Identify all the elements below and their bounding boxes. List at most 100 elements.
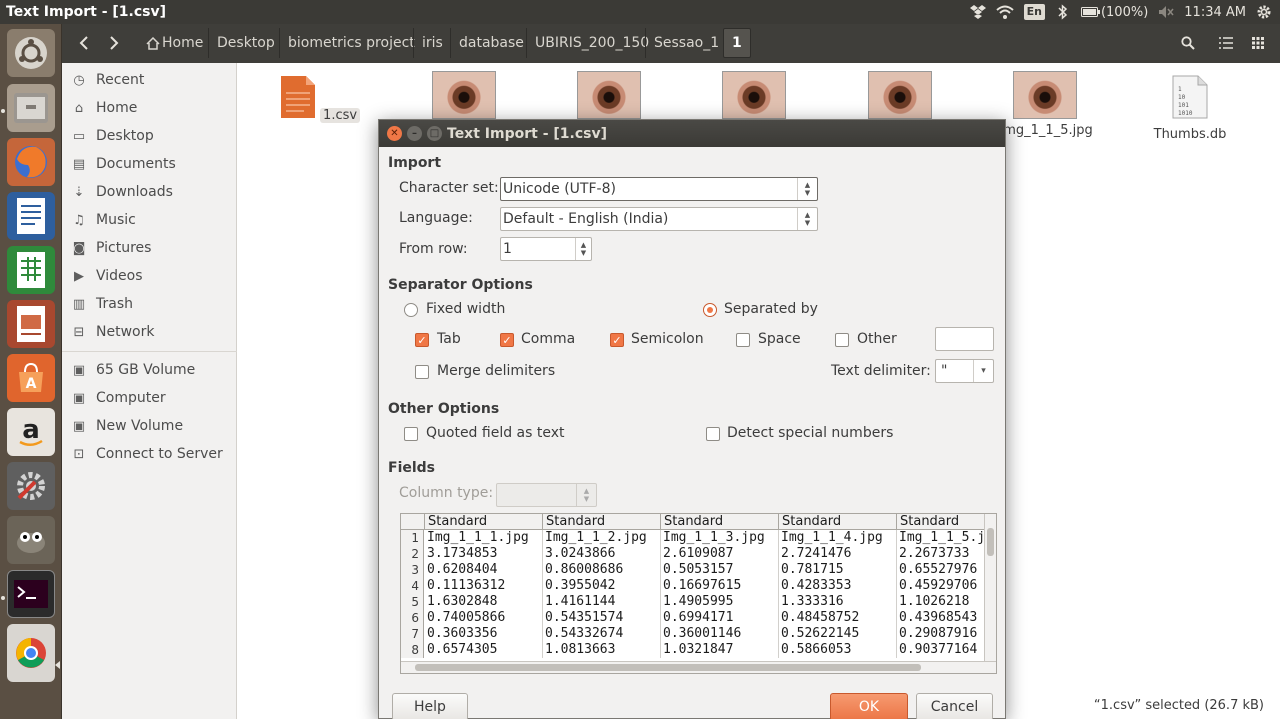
grid-cell[interactable]: 0.6994171 [661, 610, 779, 626]
chrome-launcher-icon[interactable] [7, 624, 55, 682]
impress-launcher-icon[interactable] [7, 300, 55, 348]
fields-preview-grid[interactable]: Standard Standard Standard Standard Stan… [400, 513, 997, 674]
semicolon-checkbox[interactable]: ✓ [610, 333, 624, 347]
sidebar-item-pictures[interactable]: ◙ Pictures [70, 236, 152, 260]
files-launcher-icon[interactable] [7, 84, 55, 132]
grid-cell[interactable]: 1.0813663 [543, 642, 661, 658]
column-header[interactable]: Standard [661, 514, 779, 530]
file-item[interactable] [850, 71, 950, 119]
grid-cell[interactable]: 0.781715 [779, 562, 897, 578]
sidebar-item-new-volume[interactable]: ▣ New Volume [70, 414, 183, 438]
grid-cell[interactable]: 1.0321847 [661, 642, 779, 658]
sidebar-item-65gb-volume[interactable]: ▣ 65 GB Volume [70, 358, 195, 382]
sidebar-item-music[interactable]: ♫ Music [70, 208, 136, 232]
charset-select[interactable]: Unicode (UTF-8) ▲ ▼ [500, 177, 818, 201]
sidebar-item-connect-to-server[interactable]: ⊡ Connect to Server [70, 442, 223, 466]
merge-delimiters-label[interactable]: Merge delimiters [437, 363, 555, 379]
horizontal-scrollbar[interactable] [401, 661, 996, 673]
battery-indicator[interactable]: (100%) [1080, 4, 1148, 20]
grid-cell[interactable]: 0.11136312 [425, 578, 543, 594]
grid-view-button[interactable] [1246, 28, 1270, 58]
breadcrumb-sessao[interactable]: Sessao_1 [645, 28, 727, 58]
back-button[interactable] [72, 28, 96, 58]
breadcrumb-desktop[interactable]: Desktop [208, 28, 283, 58]
clock[interactable]: 11:34 AM [1184, 5, 1246, 20]
grid-cell[interactable]: Img_1_1_3.jpg [661, 530, 779, 546]
wifi-icon[interactable] [995, 4, 1014, 20]
grid-cell[interactable]: 0.43968543 [897, 610, 987, 626]
other-separator-input[interactable] [935, 327, 994, 351]
dialog-titlebar[interactable]: ✕ – □ Text Import - [1.csv] [379, 120, 1005, 147]
grid-cell[interactable]: 2.7241476 [779, 546, 897, 562]
dash-launcher-icon[interactable] [7, 29, 55, 77]
chevron-down-icon[interactable]: ▾ [973, 360, 993, 382]
grid-cell[interactable]: 0.6574305 [425, 642, 543, 658]
sidebar-item-desktop[interactable]: ▭ Desktop [70, 124, 154, 148]
settings-gear-icon[interactable] [1256, 4, 1272, 20]
list-view-button[interactable] [1214, 28, 1238, 58]
grid-cell[interactable]: 1.4161144 [543, 594, 661, 610]
column-header[interactable]: Standard [425, 514, 543, 530]
quoted-field-checkbox[interactable] [404, 427, 418, 441]
grid-cell[interactable]: 0.45929706 [897, 578, 987, 594]
grid-cell[interactable]: Img_1_1_5.j [897, 530, 987, 546]
file-item[interactable]: mg_1_1_5.jpg [995, 71, 1095, 138]
other-checkbox[interactable] [835, 333, 849, 347]
detect-special-numbers-label[interactable]: Detect special numbers [727, 425, 893, 441]
other-label[interactable]: Other [857, 331, 897, 347]
grid-cell[interactable]: 0.36001146 [661, 626, 779, 642]
grid-cell[interactable]: 0.65527976 [897, 562, 987, 578]
breadcrumb-iris[interactable]: iris [413, 28, 451, 58]
breadcrumb-biometrics-project[interactable]: biometrics project [279, 28, 423, 58]
sidebar-item-videos[interactable]: ▶ Videos [70, 264, 143, 288]
column-header[interactable]: Standard [543, 514, 661, 530]
scroll-thumb[interactable] [987, 528, 994, 556]
space-checkbox[interactable] [736, 333, 750, 347]
merge-delimiters-checkbox[interactable] [415, 365, 429, 379]
sidebar-item-home[interactable]: ⌂ Home [70, 96, 137, 120]
grid-cell[interactable]: 3.1734853 [425, 546, 543, 562]
volume-muted-icon[interactable] [1158, 4, 1174, 20]
separated-by-label[interactable]: Separated by [724, 301, 818, 317]
grid-cell[interactable]: 0.3603356 [425, 626, 543, 642]
quoted-field-label[interactable]: Quoted field as text [426, 425, 565, 441]
firefox-launcher-icon[interactable] [7, 138, 55, 186]
grid-cell[interactable]: Img_1_1_2.jpg [543, 530, 661, 546]
grid-cell[interactable]: 1.6302848 [425, 594, 543, 610]
grid-cell[interactable]: 0.54351574 [543, 610, 661, 626]
file-item[interactable]: 1.csv [270, 75, 370, 123]
vertical-scrollbar[interactable] [984, 514, 996, 661]
comma-checkbox[interactable]: ✓ [500, 333, 514, 347]
system-settings-launcher-icon[interactable] [7, 462, 55, 510]
breadcrumb-ubiris[interactable]: UBIRIS_200_150 [526, 28, 657, 58]
space-label[interactable]: Space [758, 331, 801, 347]
grid-cell[interactable]: 0.29087916 [897, 626, 987, 642]
software-center-launcher-icon[interactable]: A [7, 354, 55, 402]
grid-cell[interactable]: Img_1_1_4.jpg [779, 530, 897, 546]
from-row-spinner[interactable]: 1 ▲ ▼ [500, 237, 592, 261]
grid-cell[interactable]: 1.333316 [779, 594, 897, 610]
bluetooth-icon[interactable] [1055, 4, 1071, 20]
grid-cell[interactable]: 0.16697615 [661, 578, 779, 594]
text-delimiter-select[interactable]: " ▾ [935, 359, 994, 383]
grid-cell[interactable]: 0.54332674 [543, 626, 661, 642]
sidebar-item-computer[interactable]: ▣ Computer [70, 386, 166, 410]
cancel-button[interactable]: Cancel [916, 693, 993, 719]
maximize-icon[interactable]: □ [427, 126, 442, 141]
language-select[interactable]: Default - English (India) ▲ ▼ [500, 207, 818, 231]
grid-cell[interactable]: 1.1026218 [897, 594, 987, 610]
search-button[interactable] [1176, 28, 1200, 58]
sidebar-item-network[interactable]: ⊟ Network [70, 320, 155, 344]
file-item[interactable] [414, 71, 514, 119]
sidebar-item-trash[interactable]: ▥ Trash [70, 292, 133, 316]
semicolon-label[interactable]: Semicolon [631, 331, 704, 347]
gimp-launcher-icon[interactable] [7, 516, 55, 564]
grid-cell[interactable]: 2.2673733 [897, 546, 987, 562]
grid-cell[interactable]: 0.5053157 [661, 562, 779, 578]
grid-cell[interactable]: 1.4905995 [661, 594, 779, 610]
grid-cell[interactable]: 0.48458752 [779, 610, 897, 626]
spinner-arrows-icon[interactable]: ▲ ▼ [575, 238, 591, 260]
breadcrumb-database[interactable]: database [450, 28, 532, 58]
keyboard-layout-indicator[interactable]: En [1023, 4, 1045, 20]
help-button[interactable]: Help [392, 693, 468, 719]
